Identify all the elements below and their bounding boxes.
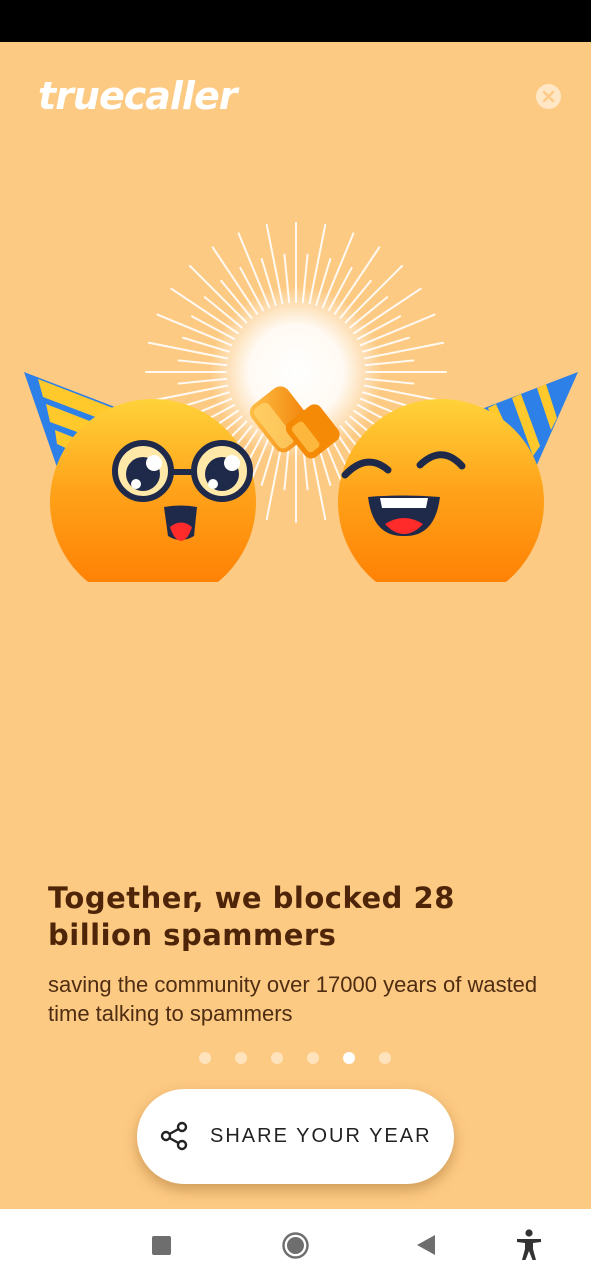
sunburst-ray [353, 287, 422, 335]
sunburst-ray [333, 246, 381, 315]
close-icon [542, 90, 555, 103]
year-in-review-screen: truecaller Together, we blocked 28 billi… [0, 42, 591, 1209]
triangle-back-icon[interactable] [416, 1234, 436, 1256]
page-dot-2[interactable] [235, 1052, 247, 1064]
share-your-year-button[interactable]: SHARE YOUR YEAR [137, 1089, 454, 1184]
page-dot-4[interactable] [307, 1052, 319, 1064]
system-navigation-bar [0, 1209, 591, 1280]
slide-subtext: saving the community over 17000 years of… [48, 972, 538, 1026]
sunburst-ray [211, 246, 259, 315]
circle-icon[interactable] [282, 1232, 309, 1259]
share-button-label: SHARE YOUR YEAR [210, 1125, 432, 1147]
page-dot-5-active[interactable] [343, 1052, 355, 1064]
square-icon[interactable] [152, 1236, 171, 1255]
accessibility-icon[interactable] [515, 1229, 543, 1261]
status-bar [0, 0, 591, 42]
sunburst-ray [170, 287, 239, 335]
page-dot-6[interactable] [379, 1052, 391, 1064]
sunburst-ray [188, 264, 248, 324]
close-button[interactable] [536, 84, 561, 109]
slide-headline: Together, we blocked 28 billion spammers [48, 881, 455, 952]
page-indicator [199, 1052, 391, 1064]
page-dot-3[interactable] [271, 1052, 283, 1064]
sunburst-ray [344, 264, 404, 324]
celebration-illustration [24, 222, 578, 582]
truecaller-logo: truecaller [38, 74, 237, 118]
share-icon [160, 1121, 188, 1151]
page-dot-1[interactable] [199, 1052, 211, 1064]
